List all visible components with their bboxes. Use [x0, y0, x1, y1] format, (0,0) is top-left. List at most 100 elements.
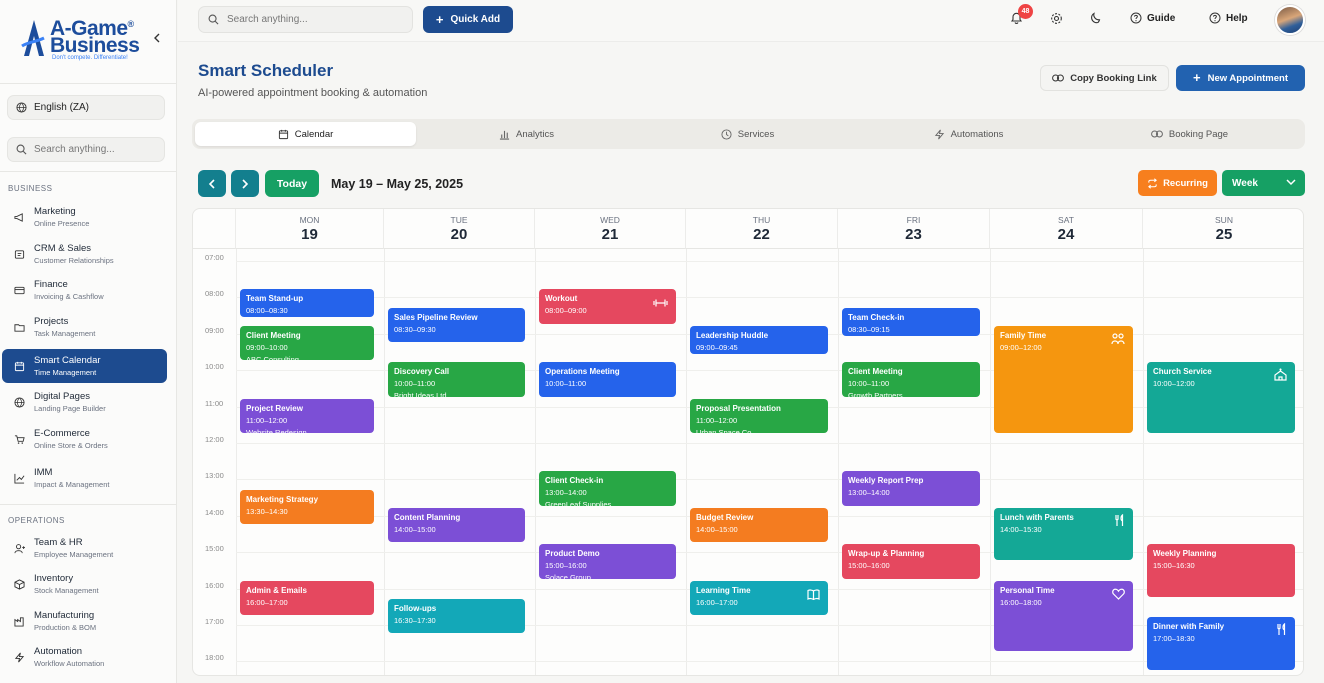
sidebar-search-input[interactable]: Search anything... [7, 137, 165, 162]
brand-logo[interactable]: A-Game® Business Don't compete. Differen… [18, 14, 158, 64]
next-week-button[interactable] [231, 170, 259, 197]
recurring-button[interactable]: Recurring [1138, 170, 1217, 196]
calendar-event[interactable]: Church Service 10:00–12:00 [1147, 362, 1295, 433]
tab-automations[interactable]: Automations [858, 122, 1079, 146]
day-name: WED [600, 214, 620, 225]
globe-icon [16, 102, 27, 113]
sidebar-item-digital-pages[interactable]: Digital Pages Landing Page Builder [2, 385, 167, 419]
sidebar-item-label: Automation [34, 646, 83, 657]
day-column-divider [535, 249, 536, 675]
event-title: Family Time [1000, 330, 1047, 340]
hour-gridline [236, 479, 1303, 481]
sidebar-item-projects[interactable]: Projects Task Management [2, 310, 167, 344]
dark-mode-toggle[interactable] [1089, 12, 1102, 30]
day-header[interactable]: FRI 23 [838, 209, 990, 249]
sidebar-item-team-hr[interactable]: Team & HR Employee Management [2, 531, 167, 565]
divider [0, 171, 177, 172]
search-icon [16, 144, 27, 155]
day-header[interactable]: SUN 25 [1143, 209, 1303, 249]
calendar-event[interactable]: Operations Meeting 10:00–11:00 [539, 362, 676, 397]
brand-registered: ® [127, 19, 135, 29]
calendar-event[interactable]: Team Check-in 08:30–09:15 [842, 307, 980, 336]
chart-icon [8, 473, 30, 484]
calendar-event[interactable]: Project Review 11:00–12:00 Website Redesig… [240, 398, 374, 433]
calendar-event[interactable]: Client Check-in 13:00–14:00 GreenLeaf Supp… [539, 471, 676, 506]
calendar-event[interactable]: Lunch with Parents 14:00–15:30 [994, 507, 1133, 561]
calendar-event[interactable]: Learning Time 16:00–17:00 [690, 580, 828, 615]
day-name: SUN [1215, 214, 1233, 225]
day-date: 23 [905, 225, 922, 243]
globe-icon [8, 396, 30, 408]
event-time: 17:00–18:30 [1153, 634, 1195, 643]
calendar-event[interactable]: Follow-ups 16:30–17:30 [388, 598, 525, 634]
quick-add-button[interactable]: + Quick Add [423, 6, 513, 33]
copy-booking-link-button[interactable]: Copy Booking Link [1040, 65, 1169, 91]
calendar-event[interactable]: Client Meeting 09:00–10:00 ABC Consulting [240, 325, 374, 361]
event-title: Follow-ups [394, 603, 437, 613]
sidebar-item-automation[interactable]: Automation Workflow Automation [2, 640, 167, 674]
event-time: 14:00–15:00 [696, 524, 738, 534]
copy-booking-link-label: Copy Booking Link [1070, 72, 1157, 84]
megaphone-icon [8, 212, 30, 223]
calendar-event[interactable]: Workout 08:00–09:00 [539, 289, 676, 324]
sidebar-item-sub: Landing Page Builder [34, 404, 106, 413]
calendar-event[interactable]: Admin & Emails 16:00–17:00 [240, 580, 374, 615]
collapse-sidebar-button[interactable] [153, 32, 161, 46]
time-label: 13:00 [205, 471, 224, 481]
sidebar-item-smart-calendar[interactable]: Smart Calendar Time Management [2, 349, 167, 383]
calendar-event[interactable]: Discovery Call 10:00–11:00 Bright Ideas Lt… [388, 362, 525, 397]
calendar-event[interactable]: Budget Review 14:00–15:00 [690, 507, 828, 543]
tab-booking-page[interactable]: Booking Page [1079, 122, 1300, 146]
user-avatar[interactable] [1275, 5, 1305, 35]
factory-icon [8, 616, 30, 627]
sidebar-item-crm[interactable]: CRM & Sales Customer Relationships [2, 237, 167, 271]
sidebar-item-ecommerce[interactable]: E-Commerce Online Store & Orders [2, 422, 167, 456]
tab-services[interactable]: Services [637, 122, 858, 146]
language-selector[interactable]: English (ZA) [7, 95, 165, 120]
tab-calendar[interactable]: Calendar [195, 122, 416, 146]
divider [0, 504, 177, 505]
today-button[interactable]: Today [265, 170, 319, 197]
global-search-input[interactable]: Search anything... [198, 6, 413, 33]
calendar-event[interactable]: Weekly Planning 15:00–16:30 [1147, 544, 1295, 597]
moon-icon [1091, 12, 1101, 24]
previous-week-button[interactable] [198, 170, 226, 197]
date-range: May 19 – May 25, 2025 [331, 177, 464, 191]
settings-button[interactable] [1050, 12, 1063, 30]
chevron-left-icon [154, 33, 160, 43]
sidebar-item-label: Digital Pages [34, 391, 90, 402]
question-circle-icon [1209, 12, 1221, 24]
day-header[interactable]: MON 19 [236, 209, 384, 249]
calendar-event[interactable]: Sales Pipeline Review 08:30–09:30 [388, 307, 525, 342]
sidebar-item-manufacturing[interactable]: Manufacturing Production & BOM [2, 604, 167, 638]
calendar-event[interactable]: Product Demo 15:00–16:00 Solace Group [539, 544, 676, 579]
sidebar-item-marketing[interactable]: Marketing Online Presence [2, 200, 167, 234]
calendar-event[interactable]: Team Stand-up 08:00–08:30 [240, 289, 374, 318]
day-header[interactable]: WED 21 [535, 209, 686, 249]
event-title: Team Stand-up [246, 294, 304, 304]
day-header[interactable]: TUE 20 [384, 209, 535, 249]
calendar-event[interactable]: Leadership Huddle 09:00–09:45 [690, 325, 828, 354]
sidebar-item-imm[interactable]: IMM Impact & Management [2, 461, 167, 495]
calendar-event[interactable]: Content Planning 14:00–15:00 [388, 507, 525, 543]
calendar-event[interactable]: Proposal Presentation 11:00–12:00 Urban Sp… [690, 398, 828, 433]
calendar-event[interactable]: Dinner with Family 17:00–18:30 [1147, 617, 1295, 670]
sidebar-item-inventory[interactable]: Inventory Stock Management [2, 567, 167, 601]
event-time: 10:00–12:00 [1153, 379, 1195, 389]
day-header[interactable]: SAT 24 [990, 209, 1143, 249]
sidebar-item-finance[interactable]: Finance Invoicing & Cashflow [2, 273, 167, 307]
calendar-event[interactable]: Wrap-up & Planning 15:00–16:00 [842, 544, 980, 579]
tab-analytics[interactable]: Analytics [416, 122, 637, 146]
calendar-event[interactable]: Personal Time 16:00–18:00 [994, 580, 1133, 652]
calendar-event[interactable]: Weekly Report Prep 13:00–14:00 [842, 471, 980, 506]
view-select[interactable]: Week [1222, 170, 1305, 196]
guide-button[interactable]: Guide [1130, 12, 1175, 24]
calendar-event[interactable]: Family Time 09:00–12:00 [994, 325, 1133, 433]
calendar-event[interactable]: Client Meeting 10:00–11:00 Growth Partners [842, 362, 980, 397]
new-appointment-button[interactable]: + New Appointment [1176, 65, 1305, 91]
day-header[interactable]: THU 22 [686, 209, 838, 249]
help-button[interactable]: Help [1209, 12, 1248, 24]
sidebar-item-label: Marketing [34, 206, 76, 217]
event-time: 16:00–17:00 [696, 597, 738, 607]
calendar-event[interactable]: Marketing Strategy 13:30–14:30 [240, 489, 374, 524]
